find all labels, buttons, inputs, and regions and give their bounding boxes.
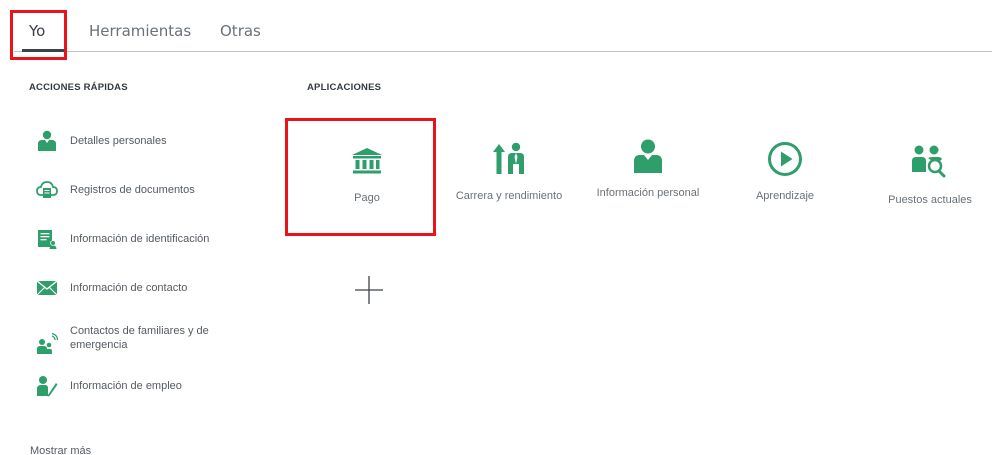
highlight-box-yo (10, 10, 67, 60)
people-search-icon (912, 143, 948, 179)
quick-action-label: Información de contacto (70, 282, 188, 294)
quick-actions-heading: ACCIONES RÁPIDAS (29, 82, 128, 93)
person-icon (630, 138, 666, 174)
person-icon (36, 130, 58, 152)
quick-action-registros-documentos[interactable]: Registros de documentos (36, 179, 195, 201)
app-label: Puestos actuales (888, 194, 972, 206)
career-growth-icon (491, 141, 527, 177)
employee-edit-icon (36, 375, 58, 397)
quick-action-label: Registros de documentos (70, 184, 195, 196)
apps-heading: APLICACIONES (307, 82, 382, 93)
tab-bar: Yo Herramientas Otras (0, 0, 992, 54)
quick-action-detalles-personales[interactable]: Detalles personales (36, 130, 167, 152)
app-label: Información personal (596, 187, 700, 199)
id-document-icon (36, 228, 58, 250)
cloud-documents-icon (36, 179, 58, 201)
quick-action-label: Información de empleo (70, 380, 182, 392)
tab-herramientas[interactable]: Herramientas (89, 22, 191, 40)
quick-action-contactos-familiares[interactable]: Contactos de familiares y de emergencia (36, 325, 209, 355)
quick-action-label: Contactos de familiares y de emergencia (70, 325, 209, 351)
quick-action-informacion-contacto[interactable]: Información de contacto (36, 277, 187, 299)
quick-action-label: Detalles personales (70, 135, 167, 147)
tab-otras[interactable]: Otras (220, 22, 261, 40)
add-app-button[interactable] (352, 275, 386, 305)
highlight-box-pago (285, 118, 436, 236)
family-contacts-icon (36, 333, 58, 355)
plus-icon (352, 276, 386, 309)
page-root: Yo Herramientas Otras ACCIONES RÁPIDAS D… (0, 0, 992, 455)
tab-bar-divider (14, 51, 992, 52)
envelope-icon (36, 277, 58, 299)
app-label: Carrera y rendimiento (455, 190, 563, 202)
app-label: Aprendizaje (755, 190, 815, 202)
quick-action-informacion-empleo[interactable]: Información de empleo (36, 375, 182, 397)
show-more-link[interactable]: Mostrar más (30, 445, 91, 455)
quick-action-label: Información de identificación (70, 233, 210, 245)
play-circle-icon (767, 141, 803, 177)
quick-action-informacion-identificacion[interactable]: Información de identificación (36, 228, 209, 250)
